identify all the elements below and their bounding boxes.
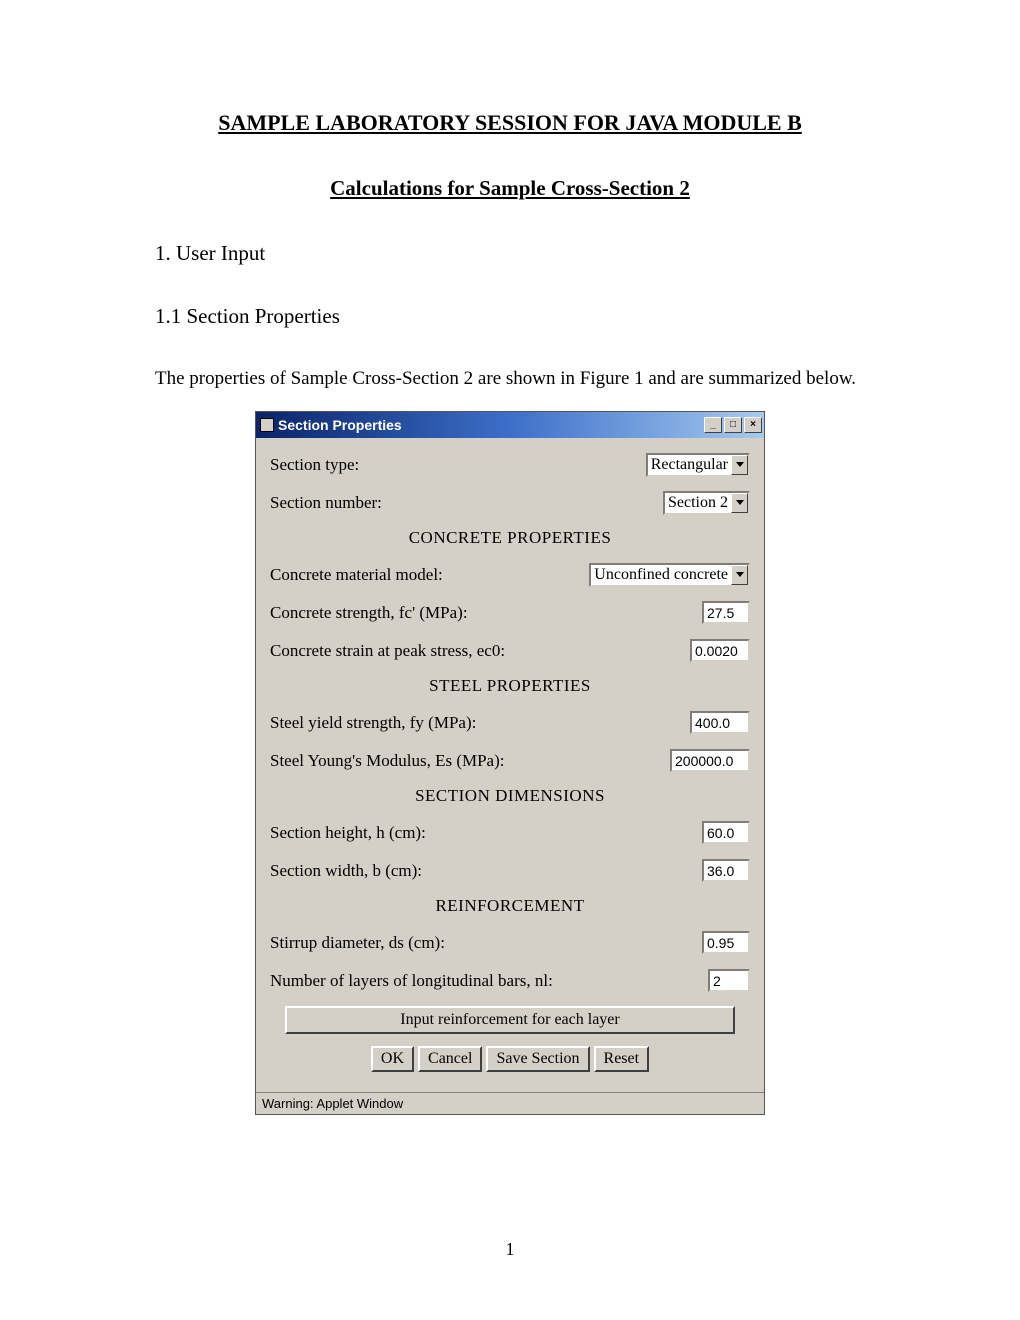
close-button[interactable]: × — [744, 417, 762, 433]
reset-button[interactable]: Reset — [594, 1046, 650, 1072]
heading-1: 1. User Input — [155, 241, 865, 266]
num-layers-input[interactable] — [708, 969, 750, 992]
concrete-model-value: Unconfined concrete — [591, 566, 731, 584]
chevron-down-icon[interactable] — [731, 455, 748, 475]
heading-1-1: 1.1 Section Properties — [155, 304, 865, 329]
section-type-select[interactable]: Rectangular — [646, 453, 750, 477]
page-number: 1 — [0, 1239, 1020, 1260]
label-num-layers: Number of layers of longitudinal bars, n… — [270, 971, 553, 991]
body-paragraph: The properties of Sample Cross-Section 2… — [155, 359, 865, 399]
ok-button[interactable]: OK — [371, 1046, 414, 1072]
section-type-value: Rectangular — [648, 456, 731, 474]
input-reinforcement-button[interactable]: Input reinforcement for each layer — [285, 1006, 735, 1034]
section-dimensions-header: SECTION DIMENSIONS — [270, 786, 750, 806]
concrete-model-select[interactable]: Unconfined concrete — [589, 563, 750, 587]
doc-title: SAMPLE LABORATORY SESSION FOR JAVA MODUL… — [155, 110, 865, 136]
concrete-strength-input[interactable] — [702, 601, 750, 624]
label-section-type: Section type: — [270, 455, 359, 475]
section-height-input[interactable] — [702, 821, 750, 844]
label-stirrup-diameter: Stirrup diameter, ds (cm): — [270, 933, 445, 953]
label-steel-modulus: Steel Young's Modulus, Es (MPa): — [270, 751, 504, 771]
section-number-value: Section 2 — [665, 494, 731, 512]
dialog-title: Section Properties — [278, 417, 702, 433]
dialog-titlebar[interactable]: Section Properties _ □ × — [256, 412, 764, 438]
label-section-number: Section number: — [270, 493, 382, 513]
section-number-select[interactable]: Section 2 — [663, 491, 750, 515]
save-section-button[interactable]: Save Section — [486, 1046, 589, 1072]
concrete-properties-header: CONCRETE PROPERTIES — [270, 528, 750, 548]
concrete-strain-input[interactable] — [690, 639, 750, 662]
reinforcement-header: REINFORCEMENT — [270, 896, 750, 916]
window-icon — [260, 418, 274, 432]
chevron-down-icon[interactable] — [731, 565, 748, 585]
label-section-width: Section width, b (cm): — [270, 861, 422, 881]
cancel-button[interactable]: Cancel — [418, 1046, 482, 1072]
status-bar: Warning: Applet Window — [256, 1092, 764, 1114]
doc-subtitle: Calculations for Sample Cross-Section 2 — [155, 176, 865, 201]
steel-modulus-input[interactable] — [670, 749, 750, 772]
maximize-button[interactable]: □ — [724, 417, 742, 433]
minimize-button[interactable]: _ — [704, 417, 722, 433]
steel-properties-header: STEEL PROPERTIES — [270, 676, 750, 696]
chevron-down-icon[interactable] — [731, 493, 748, 513]
label-section-height: Section height, h (cm): — [270, 823, 426, 843]
label-concrete-strength: Concrete strength, fc' (MPa): — [270, 603, 468, 623]
section-width-input[interactable] — [702, 859, 750, 882]
label-concrete-model: Concrete material model: — [270, 565, 443, 585]
label-concrete-strain: Concrete strain at peak stress, ec0: — [270, 641, 505, 661]
steel-yield-input[interactable] — [690, 711, 750, 734]
stirrup-diameter-input[interactable] — [702, 931, 750, 954]
label-steel-yield: Steel yield strength, fy (MPa): — [270, 713, 476, 733]
section-properties-dialog: Section Properties _ □ × Section type: R… — [255, 411, 765, 1115]
